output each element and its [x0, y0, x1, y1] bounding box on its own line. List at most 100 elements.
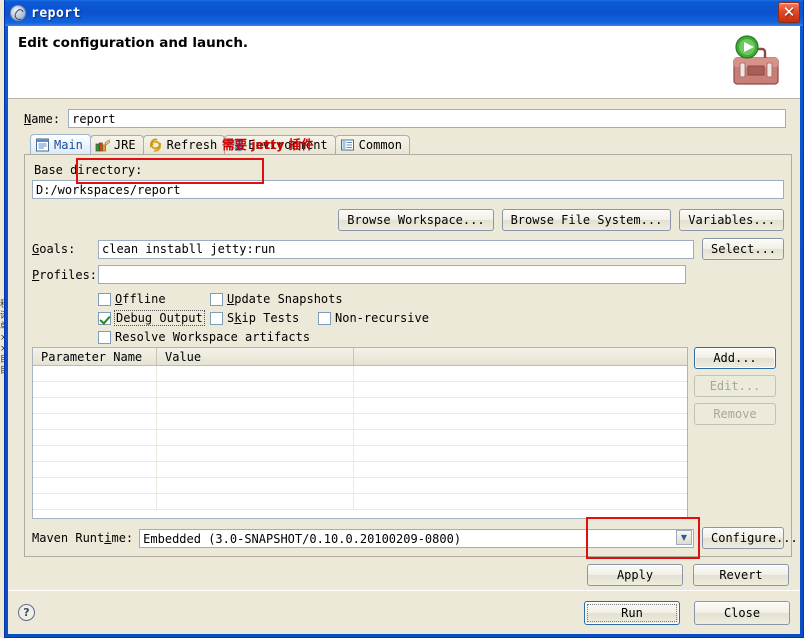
checkbox-offline[interactable]: Offline [98, 292, 210, 306]
parameter-table-buttons: Add... Edit... Remove [694, 347, 784, 519]
options-group: Offline Update Snapshots Debug Output Sk… [98, 292, 784, 344]
tab-refresh-label: Refresh [166, 138, 218, 152]
report-launch-dialog: report ✕ Edit configuration and launch. [4, 0, 804, 638]
table-cell [157, 430, 354, 445]
apply-revert-bar: Apply Revert [16, 557, 792, 590]
goals-row: Goals: Select... [32, 238, 784, 260]
dialog-header: Edit configuration and launch. [8, 26, 800, 99]
tab-jre-label: JRE [113, 138, 136, 152]
tab-main[interactable]: Main [30, 134, 91, 154]
window-title: report [31, 5, 81, 21]
name-label: Name: [24, 111, 61, 126]
table-cell [354, 366, 687, 381]
variables-button[interactable]: Variables... [679, 209, 784, 231]
checkbox-debug-output-box[interactable] [98, 311, 111, 325]
table-cell [157, 446, 354, 461]
parameter-table[interactable]: Parameter Name Value [32, 347, 688, 519]
maven-runtime-row: Maven Runtime: ▼ Configure... [32, 527, 798, 549]
checkbox-skip-tests-label: Skip Tests [227, 311, 300, 325]
dialog-body: Name: Main [8, 99, 800, 590]
table-row[interactable] [33, 414, 687, 430]
table-row[interactable] [33, 430, 687, 446]
select-button[interactable]: Select... [702, 238, 784, 260]
table-cell [157, 382, 354, 397]
common-list-icon [340, 139, 354, 151]
table-row[interactable] [33, 478, 687, 494]
close-icon[interactable]: ✕ [778, 2, 800, 23]
table-cell [157, 494, 354, 509]
checkbox-resolve-workspace-artifacts-box[interactable] [98, 330, 111, 344]
checkbox-debug-output-label: Debug Output [114, 310, 205, 326]
checkbox-resolve-workspace-artifacts[interactable]: Resolve Workspace artifacts [98, 330, 310, 344]
table-cell [354, 414, 687, 429]
table-cell [354, 446, 687, 461]
checkbox-update-snapshots-box[interactable] [210, 292, 223, 306]
profiles-row: Profiles: [32, 265, 784, 284]
column-header-extra[interactable] [354, 348, 687, 365]
table-row[interactable] [33, 398, 687, 414]
table-row[interactable] [33, 494, 687, 510]
tab-refresh[interactable]: Refresh [142, 135, 226, 154]
parameter-table-header: Parameter Name Value [33, 348, 687, 366]
apply-button[interactable]: Apply [587, 564, 683, 586]
table-cell [157, 478, 354, 493]
base-directory-label: Base directory: [34, 163, 143, 177]
table-row[interactable] [33, 382, 687, 398]
table-cell [33, 446, 157, 461]
checkbox-non-recursive-box[interactable] [318, 311, 331, 325]
edit-button: Edit... [694, 375, 776, 397]
checkbox-offline-box[interactable] [98, 292, 111, 306]
add-button[interactable]: Add... [694, 347, 776, 369]
base-directory-input[interactable] [32, 180, 784, 199]
table-cell [354, 430, 687, 445]
parameter-table-area: Parameter Name Value Add... Edit... Remo… [32, 347, 784, 519]
table-row[interactable] [33, 446, 687, 462]
name-input[interactable] [68, 109, 786, 128]
table-cell [33, 430, 157, 445]
maven-runtime-select[interactable] [139, 529, 694, 549]
jetty-annotation-text: 需要 jetty 插件 [222, 137, 314, 152]
configure-button[interactable]: Configure... [702, 527, 798, 549]
table-cell [33, 366, 157, 381]
checkbox-non-recursive[interactable]: Non-recursive [318, 311, 429, 325]
run-button[interactable]: Run [584, 600, 680, 625]
table-cell [354, 398, 687, 413]
checkbox-skip-tests[interactable]: Skip Tests [210, 311, 318, 325]
table-cell [354, 494, 687, 509]
table-cell [354, 462, 687, 477]
table-row[interactable] [33, 462, 687, 478]
close-button[interactable]: Close [694, 600, 790, 625]
table-cell [33, 382, 157, 397]
checkbox-debug-output[interactable]: Debug Output [98, 310, 210, 326]
table-cell [354, 382, 687, 397]
toolbox-run-icon [733, 35, 779, 85]
parameter-table-body [33, 366, 687, 510]
checkbox-skip-tests-box[interactable] [210, 311, 223, 325]
tab-main-label: Main [54, 137, 83, 152]
table-row[interactable] [33, 366, 687, 382]
maven-runtime-label: Maven Runtime: [32, 531, 134, 545]
table-cell [33, 462, 157, 477]
main-tab-panel: Base directory: Browse Workspace... Brow… [24, 154, 798, 557]
goals-label: Goals: [32, 242, 76, 256]
browse-file-system-button[interactable]: Browse File System... [501, 209, 672, 231]
window-titlebar: report ✕ [5, 0, 803, 26]
column-header-parameter-name[interactable]: Parameter Name [33, 348, 157, 365]
chevron-down-icon[interactable]: ▼ [676, 529, 692, 545]
tab-jre[interactable]: JRE [89, 135, 144, 154]
goals-input[interactable] [98, 239, 694, 259]
tab-common-label: Common [358, 138, 403, 152]
help-icon[interactable]: ? [18, 604, 35, 621]
table-cell [33, 494, 157, 509]
table-cell [33, 414, 157, 429]
browse-workspace-button[interactable]: Browse Workspace... [338, 209, 494, 231]
name-row: Name: [24, 109, 792, 128]
column-header-value[interactable]: Value [157, 348, 354, 365]
checkbox-update-snapshots[interactable]: Update Snapshots [210, 292, 343, 306]
table-cell [33, 478, 157, 493]
tab-common[interactable]: Common [334, 135, 411, 154]
revert-button[interactable]: Revert [693, 564, 789, 586]
table-cell [33, 398, 157, 413]
checkbox-non-recursive-label: Non-recursive [335, 311, 429, 325]
profiles-input[interactable] [98, 265, 686, 284]
